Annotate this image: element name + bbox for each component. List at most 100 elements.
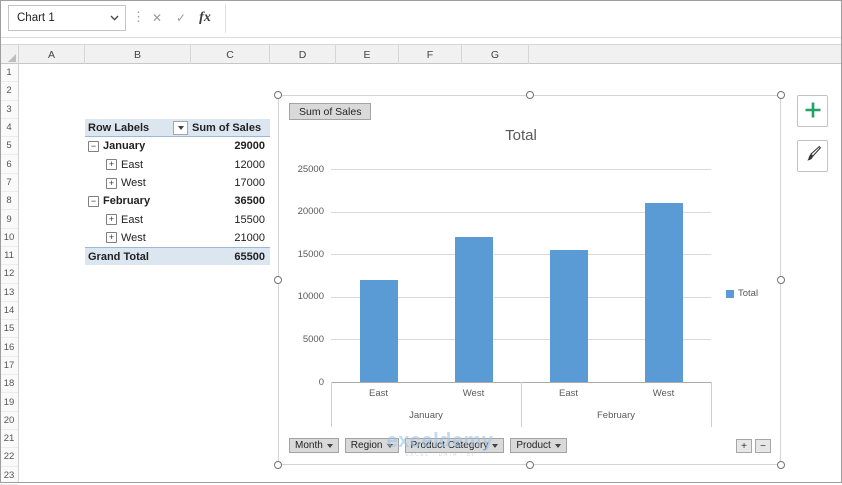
pivot-row-label-cell[interactable]: + East [85, 214, 191, 226]
expand-icon[interactable]: + [106, 214, 117, 226]
column-header-F[interactable]: F [399, 45, 462, 64]
column-header-E[interactable]: E [336, 45, 399, 64]
expand-icon[interactable]: + [106, 159, 117, 171]
name-box-splitter-icon[interactable]: ⋮ [132, 9, 145, 25]
row-header-15[interactable]: 15 [0, 320, 18, 339]
pivot-row-label-cell[interactable]: − February [85, 195, 191, 207]
y-axis-label: 0 [318, 376, 324, 388]
pivot-row-value[interactable]: 15500 [191, 214, 270, 226]
row-header-18[interactable]: 18 [0, 375, 18, 394]
pivot-row-value[interactable]: 29000 [191, 140, 270, 152]
expand-icon[interactable]: + [106, 177, 117, 189]
row-header-12[interactable]: 12 [0, 265, 18, 284]
row-header-16[interactable]: 16 [0, 339, 18, 357]
field-button-month[interactable]: Month [289, 438, 339, 453]
pivot-row-value[interactable]: 12000 [191, 159, 270, 171]
column-header-C[interactable]: C [191, 45, 270, 64]
row-header-6[interactable]: 6 [0, 156, 18, 174]
pivot-row-value[interactable]: 17000 [191, 177, 270, 189]
formula-input[interactable] [229, 0, 842, 37]
cancel-icon[interactable]: ✕ [146, 5, 168, 31]
chart-expand-collapse: + − [736, 439, 771, 453]
row-header-1[interactable]: 1 [0, 64, 18, 83]
legend-label: Total [738, 288, 759, 299]
row-header-13[interactable]: 13 [0, 284, 18, 302]
pivot-row-label-cell[interactable]: − January [85, 140, 191, 152]
chevron-down-icon[interactable] [103, 6, 125, 30]
field-button-product[interactable]: Product [510, 438, 567, 453]
row-header-2[interactable]: 2 [0, 82, 18, 101]
pivot-row: + East 12000 [85, 155, 270, 174]
row-header-14[interactable]: 14 [0, 302, 18, 321]
row-header-3[interactable]: 3 [0, 101, 18, 119]
selection-handle[interactable] [274, 276, 282, 284]
selection-handle[interactable] [777, 91, 785, 99]
axis-group-label: January [409, 410, 443, 421]
row-header-9[interactable]: 9 [0, 210, 18, 229]
selection-handle[interactable] [777, 461, 785, 469]
chart-elements-button[interactable] [797, 95, 828, 127]
field-button-label: Product Category [410, 440, 489, 451]
filter-button[interactable] [173, 120, 188, 135]
row-header-11[interactable]: 11 [0, 247, 18, 266]
insert-function-icon[interactable]: fx [194, 5, 216, 31]
row-header-8[interactable]: 8 [0, 192, 18, 211]
confirm-icon[interactable]: ✓ [170, 5, 192, 31]
pivot-header-row: Row Labels Sum of Sales [85, 119, 270, 138]
row-header-10[interactable]: 10 [0, 229, 18, 247]
chart-styles-button[interactable] [797, 140, 828, 172]
values-field-button[interactable]: Sum of Sales [289, 103, 372, 120]
collapse-icon[interactable]: − [88, 195, 99, 207]
expand-icon[interactable]: + [106, 232, 117, 244]
row-header-22[interactable]: 22 [0, 448, 18, 467]
row-header-4[interactable]: 4 [0, 119, 18, 138]
pivot-row-value[interactable]: 36500 [191, 195, 270, 207]
row-header-5[interactable]: 5 [0, 137, 18, 156]
pivot-row-label-cell[interactable]: + East [85, 159, 191, 171]
column-header-B[interactable]: B [85, 45, 191, 64]
selection-handle[interactable] [274, 91, 282, 99]
select-all-corner[interactable] [0, 45, 19, 64]
chart-legend[interactable]: Total [726, 288, 758, 299]
field-button-region[interactable]: Region [344, 438, 399, 453]
collapse-field-button[interactable]: − [755, 439, 771, 453]
row-header-20[interactable]: 20 [0, 412, 18, 430]
chart-bar[interactable] [359, 279, 398, 382]
legend-item[interactable]: Total [726, 288, 758, 299]
column-header-A[interactable]: A [19, 45, 85, 64]
name-box[interactable]: Chart 1 [8, 5, 126, 31]
pivot-row-label-cell[interactable]: Grand Total [85, 251, 191, 263]
chart-area[interactable]: Sum of Sales Total Total exceldemy EXCEL… [274, 91, 785, 469]
x-axis-label: West [462, 388, 485, 399]
pivot-row-label: February [103, 195, 151, 208]
pivot-row-value[interactable]: 21000 [191, 232, 270, 244]
pivot-row-label: East [121, 213, 144, 226]
selection-handle[interactable] [274, 461, 282, 469]
chart-title[interactable]: Total [331, 127, 711, 144]
pivot-row-label-cell[interactable]: + West [85, 232, 191, 244]
row-header-23[interactable]: 23 [0, 467, 18, 485]
field-button-product-category[interactable]: Product Category [404, 438, 505, 453]
pivot-header-values[interactable]: Sum of Sales [191, 122, 270, 134]
chart-bar[interactable] [549, 249, 588, 382]
column-header-D[interactable]: D [270, 45, 336, 64]
pivot-row-label: Grand Total [88, 250, 149, 263]
chart-bar[interactable] [454, 237, 493, 382]
selection-handle[interactable] [525, 91, 534, 99]
chart-bar[interactable] [644, 203, 683, 382]
pivot-row-value[interactable]: 65500 [191, 251, 270, 263]
row-header-21[interactable]: 21 [0, 430, 18, 449]
selection-handle[interactable] [525, 461, 534, 469]
expand-field-button[interactable]: + [736, 439, 752, 453]
column-header-G[interactable]: G [462, 45, 529, 64]
row-header-7[interactable]: 7 [0, 174, 18, 193]
brush-icon [803, 145, 822, 167]
pivot-row-label-cell[interactable]: + West [85, 177, 191, 189]
selection-handle[interactable] [777, 276, 785, 284]
pivot-row-label: East [121, 158, 144, 171]
row-header-17[interactable]: 17 [0, 357, 18, 376]
collapse-icon[interactable]: − [88, 140, 99, 152]
pivot-header-label-cell[interactable]: Row Labels [85, 120, 191, 135]
row-header-19[interactable]: 19 [0, 393, 18, 412]
pivot-table-body: − January 29000 + East 12000 + West 17000− Februa… [85, 137, 270, 266]
